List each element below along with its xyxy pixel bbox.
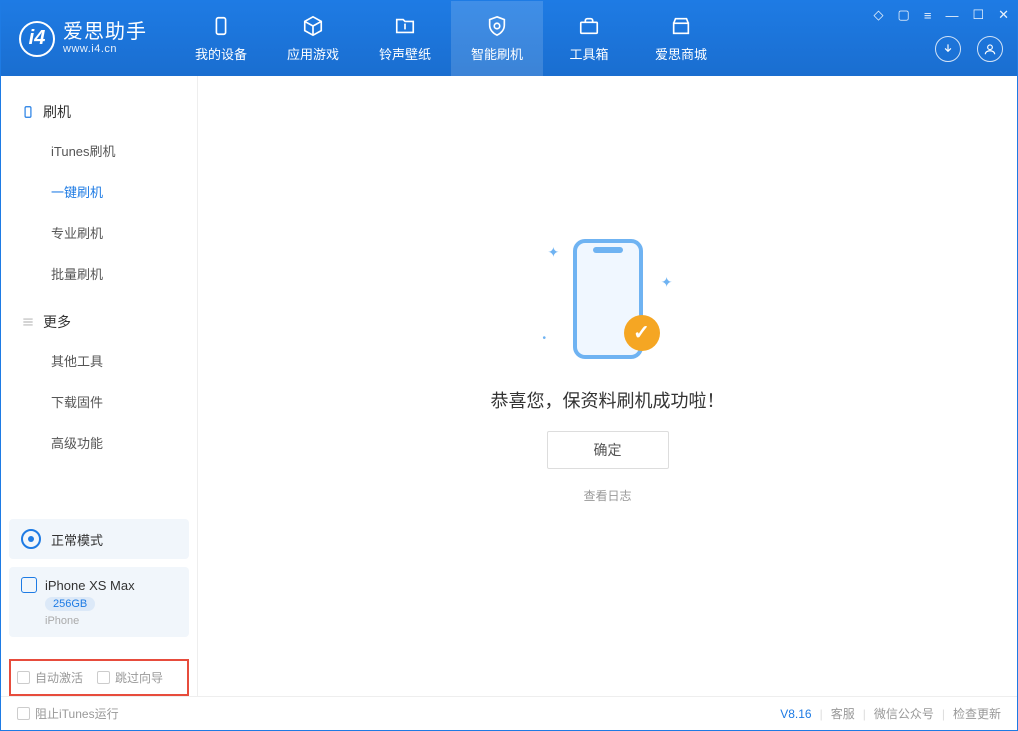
version-label: V8.16 xyxy=(780,707,811,721)
sidebar-item-pro-flash[interactable]: 专业刷机 xyxy=(1,212,197,253)
sparkle-icon: ✦ xyxy=(661,274,673,291)
sidebar: 刷机 iTunes刷机 一键刷机 专业刷机 批量刷机 更多 其他工具 下载固件 … xyxy=(1,76,198,696)
device-icon xyxy=(209,14,233,38)
logo-area: i4 爱思助手 www.i4.cn xyxy=(1,1,165,76)
separator: | xyxy=(820,707,823,721)
app-title: 爱思助手 xyxy=(63,21,147,43)
sparkle-icon: ✦ xyxy=(548,244,560,261)
sidebar-item-oneclick-flash[interactable]: 一键刷机 xyxy=(1,171,197,212)
maximize-button[interactable]: ☐ xyxy=(972,7,984,23)
block-itunes-checkbox[interactable]: 阻止iTunes运行 xyxy=(17,705,119,722)
nav-tab-flash[interactable]: 智能刷机 xyxy=(451,1,543,76)
device-name: iPhone XS Max xyxy=(45,578,135,593)
main-content: ✦ ✦ • ✓ 恭喜您，保资料刷机成功啦！ 确定 查看日志 xyxy=(198,76,1017,696)
footer-link-update[interactable]: 检查更新 xyxy=(953,705,1001,722)
sidebar-item-itunes-flash[interactable]: iTunes刷机 xyxy=(1,130,197,171)
checkbox-label: 自动激活 xyxy=(35,669,83,686)
sidebar-item-download-firmware[interactable]: 下载固件 xyxy=(1,381,197,422)
nav-label: 工具箱 xyxy=(569,44,608,63)
nav-label: 爱思商城 xyxy=(655,44,707,63)
menu-icon[interactable]: ≡ xyxy=(924,8,932,23)
nav-label: 铃声壁纸 xyxy=(379,44,431,63)
window-controls: ◇ ▢ ≡ — ☐ ✕ xyxy=(874,7,1009,23)
checkbox-icon xyxy=(97,671,110,684)
download-button[interactable] xyxy=(935,36,961,62)
sidebar-item-advanced[interactable]: 高级功能 xyxy=(1,422,197,463)
sidebar-section-flash: 刷机 xyxy=(1,94,197,130)
success-message: 恭喜您，保资料刷机成功啦！ xyxy=(491,387,725,413)
checkbox-icon xyxy=(17,707,30,720)
section-title: 刷机 xyxy=(43,102,71,122)
section-title: 更多 xyxy=(43,312,71,332)
toolbox-icon xyxy=(577,14,601,38)
separator: | xyxy=(942,707,945,721)
confirm-button[interactable]: 确定 xyxy=(547,431,669,469)
footer-link-wechat[interactable]: 微信公众号 xyxy=(874,705,934,722)
storage-badge: 256GB xyxy=(45,597,95,611)
store-icon xyxy=(669,14,693,38)
mode-card[interactable]: 正常模式 xyxy=(9,519,189,559)
nav-tabs: 我的设备 应用游戏 铃声壁纸 智能刷机 工具箱 爱思商城 xyxy=(175,1,727,76)
success-illustration: ✦ ✦ • ✓ xyxy=(538,229,678,369)
nav-tab-ringtone[interactable]: 铃声壁纸 xyxy=(359,1,451,76)
nav-tab-apps[interactable]: 应用游戏 xyxy=(267,1,359,76)
close-button[interactable]: ✕ xyxy=(998,7,1009,23)
check-badge-icon: ✓ xyxy=(624,315,660,351)
nav-label: 智能刷机 xyxy=(471,44,523,63)
device-type: iPhone xyxy=(45,615,79,627)
sparkle-icon: • xyxy=(543,333,547,344)
nav-label: 应用游戏 xyxy=(287,44,339,63)
nav-tab-device[interactable]: 我的设备 xyxy=(175,1,267,76)
nav-tab-toolbox[interactable]: 工具箱 xyxy=(543,1,635,76)
checkbox-label: 阻止iTunes运行 xyxy=(35,705,119,722)
logo-icon: i4 xyxy=(19,21,55,57)
minimize-button[interactable]: — xyxy=(945,8,958,23)
device-card[interactable]: iPhone XS Max 256GB iPhone xyxy=(9,567,189,637)
folder-music-icon xyxy=(393,14,417,38)
phone-outline-icon xyxy=(21,105,35,119)
list-icon xyxy=(21,315,35,329)
normal-mode-icon xyxy=(21,529,41,549)
options-panel: 自动激活 跳过向导 xyxy=(9,659,189,696)
nav-label: 我的设备 xyxy=(195,44,247,63)
checkbox-label: 跳过向导 xyxy=(115,669,163,686)
cube-icon xyxy=(301,14,325,38)
auto-activate-checkbox[interactable]: 自动激活 xyxy=(17,669,83,686)
user-button[interactable] xyxy=(977,36,1003,62)
sidebar-item-other-tools[interactable]: 其他工具 xyxy=(1,340,197,381)
skin-icon[interactable]: ◇ xyxy=(874,7,884,23)
app-subtitle: www.i4.cn xyxy=(63,43,147,55)
header-action-icons xyxy=(935,36,1003,62)
shield-refresh-icon xyxy=(485,14,509,38)
separator: | xyxy=(863,707,866,721)
view-log-link[interactable]: 查看日志 xyxy=(583,487,631,504)
feedback-icon[interactable]: ▢ xyxy=(898,7,910,23)
skip-guide-checkbox[interactable]: 跳过向导 xyxy=(97,669,163,686)
sidebar-item-batch-flash[interactable]: 批量刷机 xyxy=(1,253,197,294)
footer-link-support[interactable]: 客服 xyxy=(831,705,855,722)
app-header: i4 爱思助手 www.i4.cn 我的设备 应用游戏 铃声壁纸 智能刷机 工具… xyxy=(1,1,1017,76)
mode-label: 正常模式 xyxy=(51,530,103,549)
checkbox-icon xyxy=(17,671,30,684)
phone-icon xyxy=(21,577,37,593)
footer: 阻止iTunes运行 V8.16 | 客服 | 微信公众号 | 检查更新 xyxy=(1,696,1017,730)
sidebar-section-more: 更多 xyxy=(1,304,197,340)
nav-tab-store[interactable]: 爱思商城 xyxy=(635,1,727,76)
